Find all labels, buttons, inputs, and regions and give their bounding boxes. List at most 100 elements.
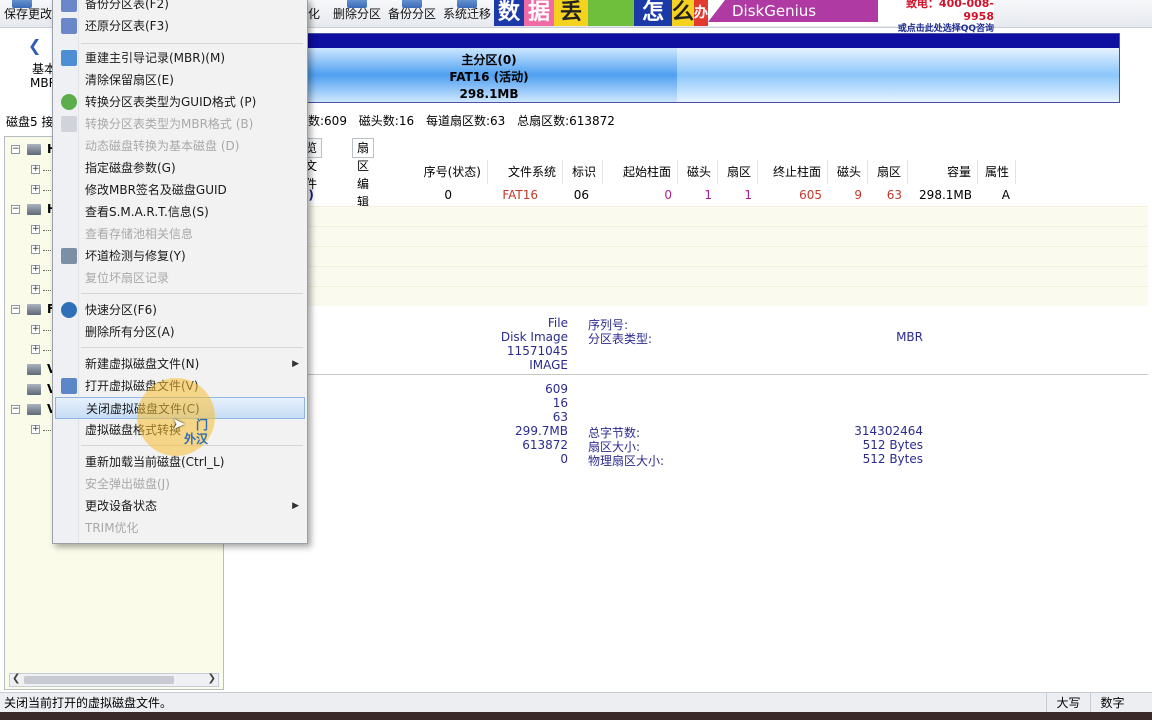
col-header-start-sector[interactable]: 扇区 — [718, 160, 758, 184]
col-header-index[interactable]: 序号(状态) — [418, 160, 488, 184]
col-header-start-cyl[interactable]: 起始柱面 — [603, 160, 678, 184]
menu-item-label: 清除保留扇区(E) — [85, 73, 174, 87]
info-value: 16 — [552, 396, 568, 410]
menu-item-clear-reserved-sectors[interactable]: 清除保留扇区(E) — [55, 69, 305, 91]
system-migrate-label: 系统迁移 — [443, 7, 492, 21]
menu-item-change-device-state[interactable]: 更改设备状态 ▶ — [55, 495, 305, 517]
total-bytes-value: 314302464 — [854, 424, 923, 438]
info-value: 299.7MB — [515, 424, 568, 438]
disk-icon — [27, 364, 41, 375]
menu-item-specify-disk-params[interactable]: 指定磁盘参数(G) — [55, 157, 305, 179]
back-arrow-icon[interactable]: ❮ — [28, 36, 41, 55]
backup-table-icon — [61, 0, 77, 12]
tree-expand-icon[interactable]: + — [31, 225, 40, 234]
menu-separator — [81, 43, 303, 44]
menu-item-quick-partition[interactable]: 快速分区(F6) — [55, 299, 305, 321]
table-row-empty — [300, 266, 1148, 286]
start-head-cell: 1 — [704, 188, 712, 202]
menu-item-delete-all-partitions[interactable]: 删除所有分区(A) — [55, 321, 305, 343]
tree-expand-icon[interactable]: + — [31, 425, 40, 434]
backup-partition-button[interactable]: 备份分区 — [388, 0, 436, 26]
menu-item-convert-to-guid[interactable]: 转换分区表类型为GUID格式 (P) — [55, 91, 305, 113]
tree-expand-icon[interactable]: + — [31, 345, 40, 354]
menu-item-reset-bad-sectors[interactable]: 复位坏扇区记录 — [55, 267, 305, 289]
menu-item-new-virtual-disk[interactable]: 新建虚拟磁盘文件(N) ▶ — [55, 353, 305, 375]
save-changes-label: 保存更改 — [4, 7, 53, 21]
menu-separator — [81, 293, 303, 294]
end-cyl-cell: 605 — [799, 188, 822, 202]
tree-expand-icon[interactable]: + — [31, 245, 40, 254]
sector-size-value: 512 Bytes — [862, 438, 923, 452]
nav-arrows[interactable]: ❮ — [28, 36, 41, 55]
scroll-right-icon[interactable]: ❯ — [208, 673, 216, 684]
watermark-line: 门 — [195, 418, 208, 432]
info-value: 63 — [552, 410, 568, 424]
menu-item-bad-sector-check[interactable]: 坏道检测与修复(Y) — [55, 245, 305, 267]
optimize-button-partial[interactable]: 化 — [308, 2, 320, 26]
disk-icon — [27, 404, 41, 415]
open-virtual-disk-icon — [61, 378, 77, 394]
menu-item-convert-to-mbr[interactable]: 转换分区表类型为MBR格式 (B) — [55, 113, 305, 135]
menu-item-trim[interactable]: TRIM优化 — [55, 517, 305, 539]
partition-table-type-value: MBR — [896, 330, 923, 344]
physical-sector-size-value: 512 Bytes — [862, 452, 923, 466]
convert-mbr-icon — [61, 116, 77, 132]
quick-partition-icon — [61, 302, 77, 318]
partition-table-type-label: 分区表类型: — [588, 332, 653, 346]
col-header-attr[interactable]: 属性 — [978, 160, 1016, 184]
optimize-label: 化 — [308, 7, 321, 21]
disk-layout-bar[interactable]: 主分区(0) FAT16 (活动) 298.1MB — [300, 33, 1120, 103]
menu-item-storage-pool-info[interactable]: 查看存储池相关信息 — [55, 223, 305, 245]
tree-horizontal-scrollbar[interactable]: ❮ ❯ — [9, 673, 219, 687]
caps-lock-indicator: 大写 — [1046, 693, 1090, 713]
col-header-fs[interactable]: 文件系统 — [488, 160, 563, 184]
scroll-thumb[interactable] — [24, 676, 174, 684]
backup-partition-icon — [402, 0, 422, 8]
tree-expand-icon[interactable]: + — [31, 285, 40, 294]
menu-item-label: 动态磁盘转换为基本磁盘 (D) — [85, 139, 240, 153]
free-space-block[interactable] — [677, 48, 1119, 102]
tree-expand-icon[interactable]: + — [31, 165, 40, 174]
tree-expand-icon[interactable]: + — [31, 325, 40, 334]
col-header-end-sector[interactable]: 扇区 — [868, 160, 908, 184]
tree-collapse-icon[interactable]: − — [11, 145, 20, 154]
col-header-end-cyl[interactable]: 终止柱面 — [758, 160, 828, 184]
tab-sector-editor[interactable]: 扇区编辑 — [352, 138, 375, 209]
menu-item-label: 转换分区表类型为MBR格式 (B) — [85, 117, 254, 131]
menu-item-label: 查看存储池相关信息 — [85, 227, 194, 241]
menu-item-backup-partition-table[interactable]: 备份分区表(F2) — [55, 0, 305, 15]
sectors-per-track: 每道扇区数:63 — [425, 114, 506, 128]
disk-icon — [27, 304, 41, 315]
system-migrate-button[interactable]: 系统迁移 — [443, 0, 492, 26]
banner-contact: 致电：400-008-9958 或点击此处选择QQ咨询 — [878, 0, 994, 36]
col-header-end-head[interactable]: 磁头 — [828, 160, 868, 184]
menu-item-modify-mbr-signature[interactable]: 修改MBR签名及磁盘GUID — [55, 179, 305, 201]
heads-count: 磁头数:16 — [358, 114, 415, 128]
menu-item-restore-partition-table[interactable]: 还原分区表(F3) — [55, 15, 305, 37]
save-changes-button[interactable]: 保存更改 — [4, 0, 53, 26]
col-header-start-head[interactable]: 磁头 — [678, 160, 718, 184]
menu-item-label: 备份分区表(F2) — [85, 0, 169, 11]
tree-expand-icon[interactable]: + — [31, 185, 40, 194]
partition-block[interactable]: 主分区(0) FAT16 (活动) 298.1MB — [301, 48, 677, 102]
menu-item-safe-eject[interactable]: 安全弹出磁盘(J) — [55, 473, 305, 495]
id-cell: 06 — [573, 188, 589, 202]
delete-partition-button[interactable]: 删除分区 — [333, 0, 381, 26]
tree-collapse-icon[interactable]: − — [11, 405, 20, 414]
menu-separator — [81, 347, 303, 348]
menu-item-label: 新建虚拟磁盘文件(N) — [85, 357, 200, 371]
restore-table-icon — [61, 18, 77, 34]
menu-item-view-smart[interactable]: 查看S.M.A.R.T.信息(S) — [55, 201, 305, 223]
attr-cell: A — [1001, 188, 1010, 202]
menu-item-label: TRIM优化 — [85, 521, 139, 535]
ad-banner[interactable]: 数 据 丢 失 怎 么 办 DiskGenius 致电：400-008-9958… — [494, 0, 994, 34]
tree-collapse-icon[interactable]: − — [11, 205, 20, 214]
table-row-empty — [300, 246, 1148, 266]
menu-item-dynamic-to-basic[interactable]: 动态磁盘转换为基本磁盘 (D) — [55, 135, 305, 157]
tree-collapse-icon[interactable]: − — [11, 305, 20, 314]
col-header-size[interactable]: 容量 — [908, 160, 978, 184]
scroll-left-icon[interactable]: ❮ — [12, 673, 20, 684]
tree-expand-icon[interactable]: + — [31, 265, 40, 274]
menu-item-rebuild-mbr[interactable]: 重建主引导记录(MBR)(M) — [55, 47, 305, 69]
col-header-id[interactable]: 标识 — [563, 160, 603, 184]
